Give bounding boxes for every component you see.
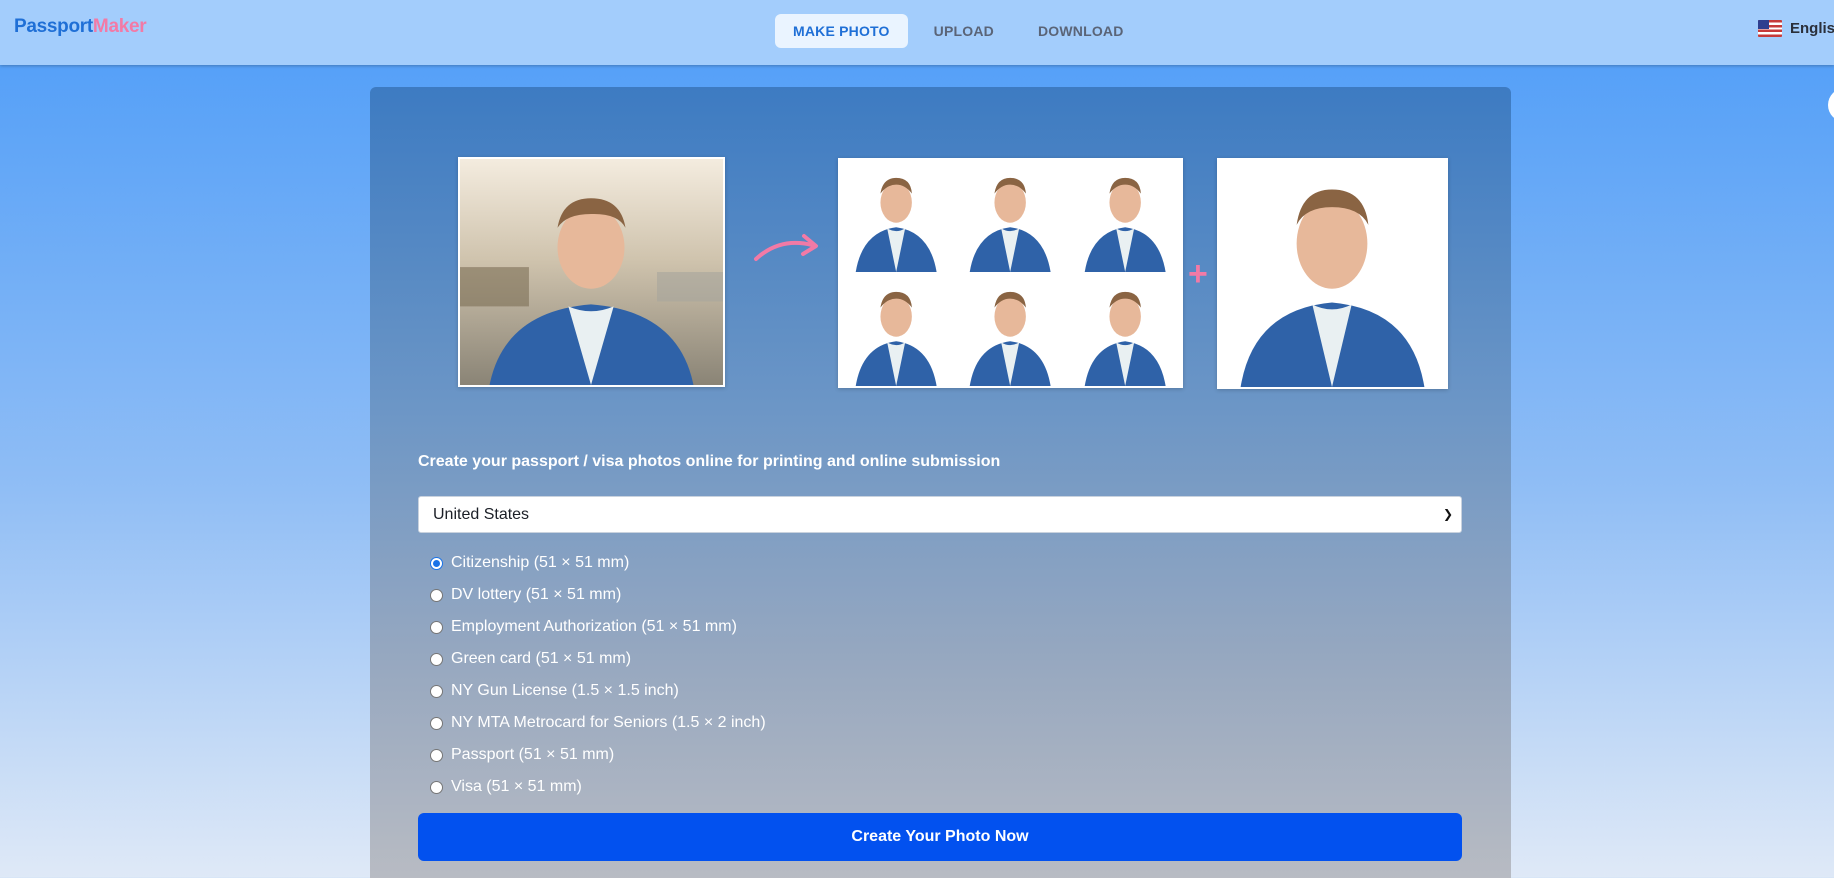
digital-photo-example	[1217, 158, 1448, 389]
tab-upload[interactable]: UPLOAD	[916, 14, 1012, 48]
sheet-photo	[1068, 274, 1181, 386]
option-label: Citizenship (51 × 51 mm)	[451, 554, 630, 571]
sheet-photo	[1068, 160, 1181, 272]
option-label: Visa (51 × 51 mm)	[451, 778, 582, 795]
option-green-card[interactable]: Green card (51 × 51 mm)	[430, 643, 766, 675]
us-flag-icon	[1758, 20, 1782, 37]
radio-button[interactable]	[430, 556, 443, 570]
sheet-photo	[840, 274, 953, 386]
plus-icon: +	[1188, 255, 1208, 293]
sheet-photo	[840, 160, 953, 272]
radio-button[interactable]	[430, 620, 443, 634]
tab-download[interactable]: DOWNLOAD	[1020, 14, 1142, 48]
radio-button[interactable]	[430, 588, 443, 602]
country-select-value: United States	[433, 506, 530, 523]
document-type-options: Citizenship (51 × 51 mm) DV lottery (51 …	[430, 547, 766, 803]
language-label: English	[1790, 20, 1834, 37]
page-headline: Create your passport / visa photos onlin…	[418, 453, 1001, 470]
curved-arrow-icon	[754, 234, 818, 261]
logo[interactable]: PassportMaker	[14, 16, 147, 38]
original-photo-example	[458, 157, 725, 387]
language-selector[interactable]: English	[1758, 20, 1834, 37]
logo-part-maker: Maker	[92, 16, 147, 37]
radio-button[interactable]	[430, 652, 443, 666]
sheet-photo	[954, 160, 1067, 272]
radio-button[interactable]	[430, 748, 443, 762]
option-ny-gun-license[interactable]: NY Gun License (1.5 × 1.5 inch)	[430, 675, 766, 707]
option-label: Green card (51 × 51 mm)	[451, 650, 632, 667]
option-label: DV lottery (51 × 51 mm)	[451, 586, 622, 603]
sheet-photo	[954, 274, 1067, 386]
option-visa[interactable]: Visa (51 × 51 mm)	[430, 771, 766, 803]
logo-part-passport: Passport	[14, 16, 93, 37]
option-citizenship[interactable]: Citizenship (51 × 51 mm)	[430, 547, 766, 579]
print-sheet-example	[838, 158, 1183, 388]
option-dv-lottery[interactable]: DV lottery (51 × 51 mm)	[430, 579, 766, 611]
country-select[interactable]: United States ❯	[418, 496, 1462, 533]
chevron-down-icon: ❯	[1442, 507, 1453, 521]
side-widget-button[interactable]	[1828, 88, 1834, 122]
radio-button[interactable]	[430, 684, 443, 698]
option-passport[interactable]: Passport (51 × 51 mm)	[430, 739, 766, 771]
radio-button[interactable]	[430, 780, 443, 794]
option-label: NY MTA Metrocard for Seniors (1.5 × 2 in…	[451, 714, 766, 731]
main-card: + Create your passport / visa photos onl…	[370, 87, 1511, 878]
top-navbar: PassportMaker MAKE PHOTO UPLOAD DOWNLOAD…	[0, 0, 1834, 65]
option-employment-authorization[interactable]: Employment Authorization (51 × 51 mm)	[430, 611, 766, 643]
radio-button[interactable]	[430, 716, 443, 730]
nav-tabs: MAKE PHOTO UPLOAD DOWNLOAD	[775, 14, 1142, 48]
option-label: NY Gun License (1.5 × 1.5 inch)	[451, 682, 679, 699]
create-photo-button[interactable]: Create Your Photo Now	[418, 813, 1462, 861]
option-label: Employment Authorization (51 × 51 mm)	[451, 618, 737, 635]
option-ny-mta-metrocard[interactable]: NY MTA Metrocard for Seniors (1.5 × 2 in…	[430, 707, 766, 739]
option-label: Passport (51 × 51 mm)	[451, 746, 615, 763]
tab-make-photo[interactable]: MAKE PHOTO	[775, 14, 908, 48]
